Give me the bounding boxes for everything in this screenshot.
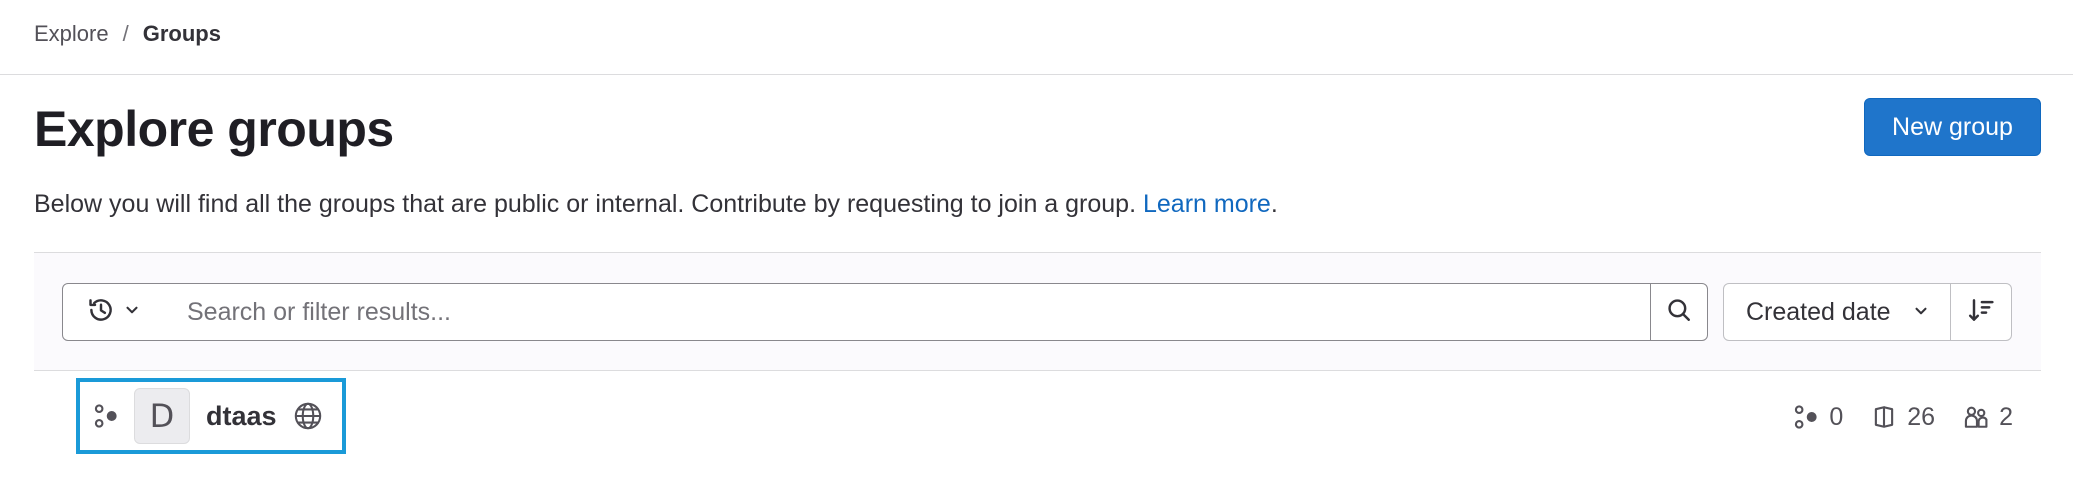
subgroups-count: 0 xyxy=(1793,403,1843,432)
page-description: Below you will find all the groups that … xyxy=(34,190,1278,219)
breadcrumb: Explore / Groups xyxy=(34,19,221,49)
chevron-down-icon xyxy=(123,301,141,324)
projects-count-value: 26 xyxy=(1907,402,1936,431)
search-input[interactable] xyxy=(165,284,1651,340)
project-icon xyxy=(1871,404,1897,430)
page-title: Explore groups xyxy=(34,101,394,157)
sort-direction-button[interactable] xyxy=(1950,283,2012,341)
search-button[interactable] xyxy=(1650,283,1708,341)
breadcrumb-separator: / xyxy=(122,21,129,46)
breadcrumb-groups[interactable]: Groups xyxy=(143,21,221,47)
subgroup-icon xyxy=(92,402,120,430)
breadcrumb-explore[interactable]: Explore xyxy=(34,21,109,47)
learn-more-link[interactable]: Learn more xyxy=(1143,190,1271,218)
group-row[interactable]: D dtaas xyxy=(92,386,323,446)
group-avatar[interactable]: D xyxy=(134,388,190,444)
chevron-down-icon xyxy=(1912,298,1930,327)
history-icon xyxy=(87,296,115,329)
sort-lowest-icon xyxy=(1967,296,1995,329)
earth-icon xyxy=(293,401,323,431)
sort-label: Created date xyxy=(1746,297,1891,326)
members-count-value: 2 xyxy=(1999,402,2013,431)
subgroups-count-value: 0 xyxy=(1829,402,1844,431)
header-divider xyxy=(0,74,2073,75)
projects-count: 26 xyxy=(1871,403,1935,432)
group-name-link[interactable]: dtaas xyxy=(206,401,277,432)
sort-dropdown[interactable]: Created date xyxy=(1723,283,1951,341)
description-trailing: . xyxy=(1270,190,1278,218)
search-icon xyxy=(1666,297,1692,328)
explore-groups-page: Explore / Groups Explore groups New grou… xyxy=(0,0,2073,487)
recent-searches-dropdown[interactable] xyxy=(62,283,166,341)
description-text: Below you will find all the groups that … xyxy=(34,190,1143,218)
search-field xyxy=(165,283,1651,341)
subgroup-icon xyxy=(1793,404,1819,430)
users-icon xyxy=(1963,404,1989,430)
new-group-button[interactable]: New group xyxy=(1864,98,2041,156)
members-count: 2 xyxy=(1963,403,2013,432)
group-stats: 0 26 2 xyxy=(1793,397,2013,437)
